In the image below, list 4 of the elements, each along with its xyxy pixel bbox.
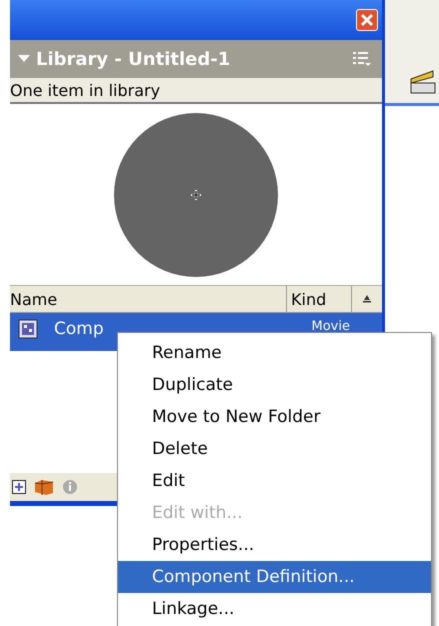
item-kind: Movie — [312, 319, 350, 334]
item-name: Comp — [54, 319, 105, 339]
item-count-text: One item in library — [10, 78, 382, 104]
panel-title: Library - Untitled-1 — [36, 48, 232, 70]
